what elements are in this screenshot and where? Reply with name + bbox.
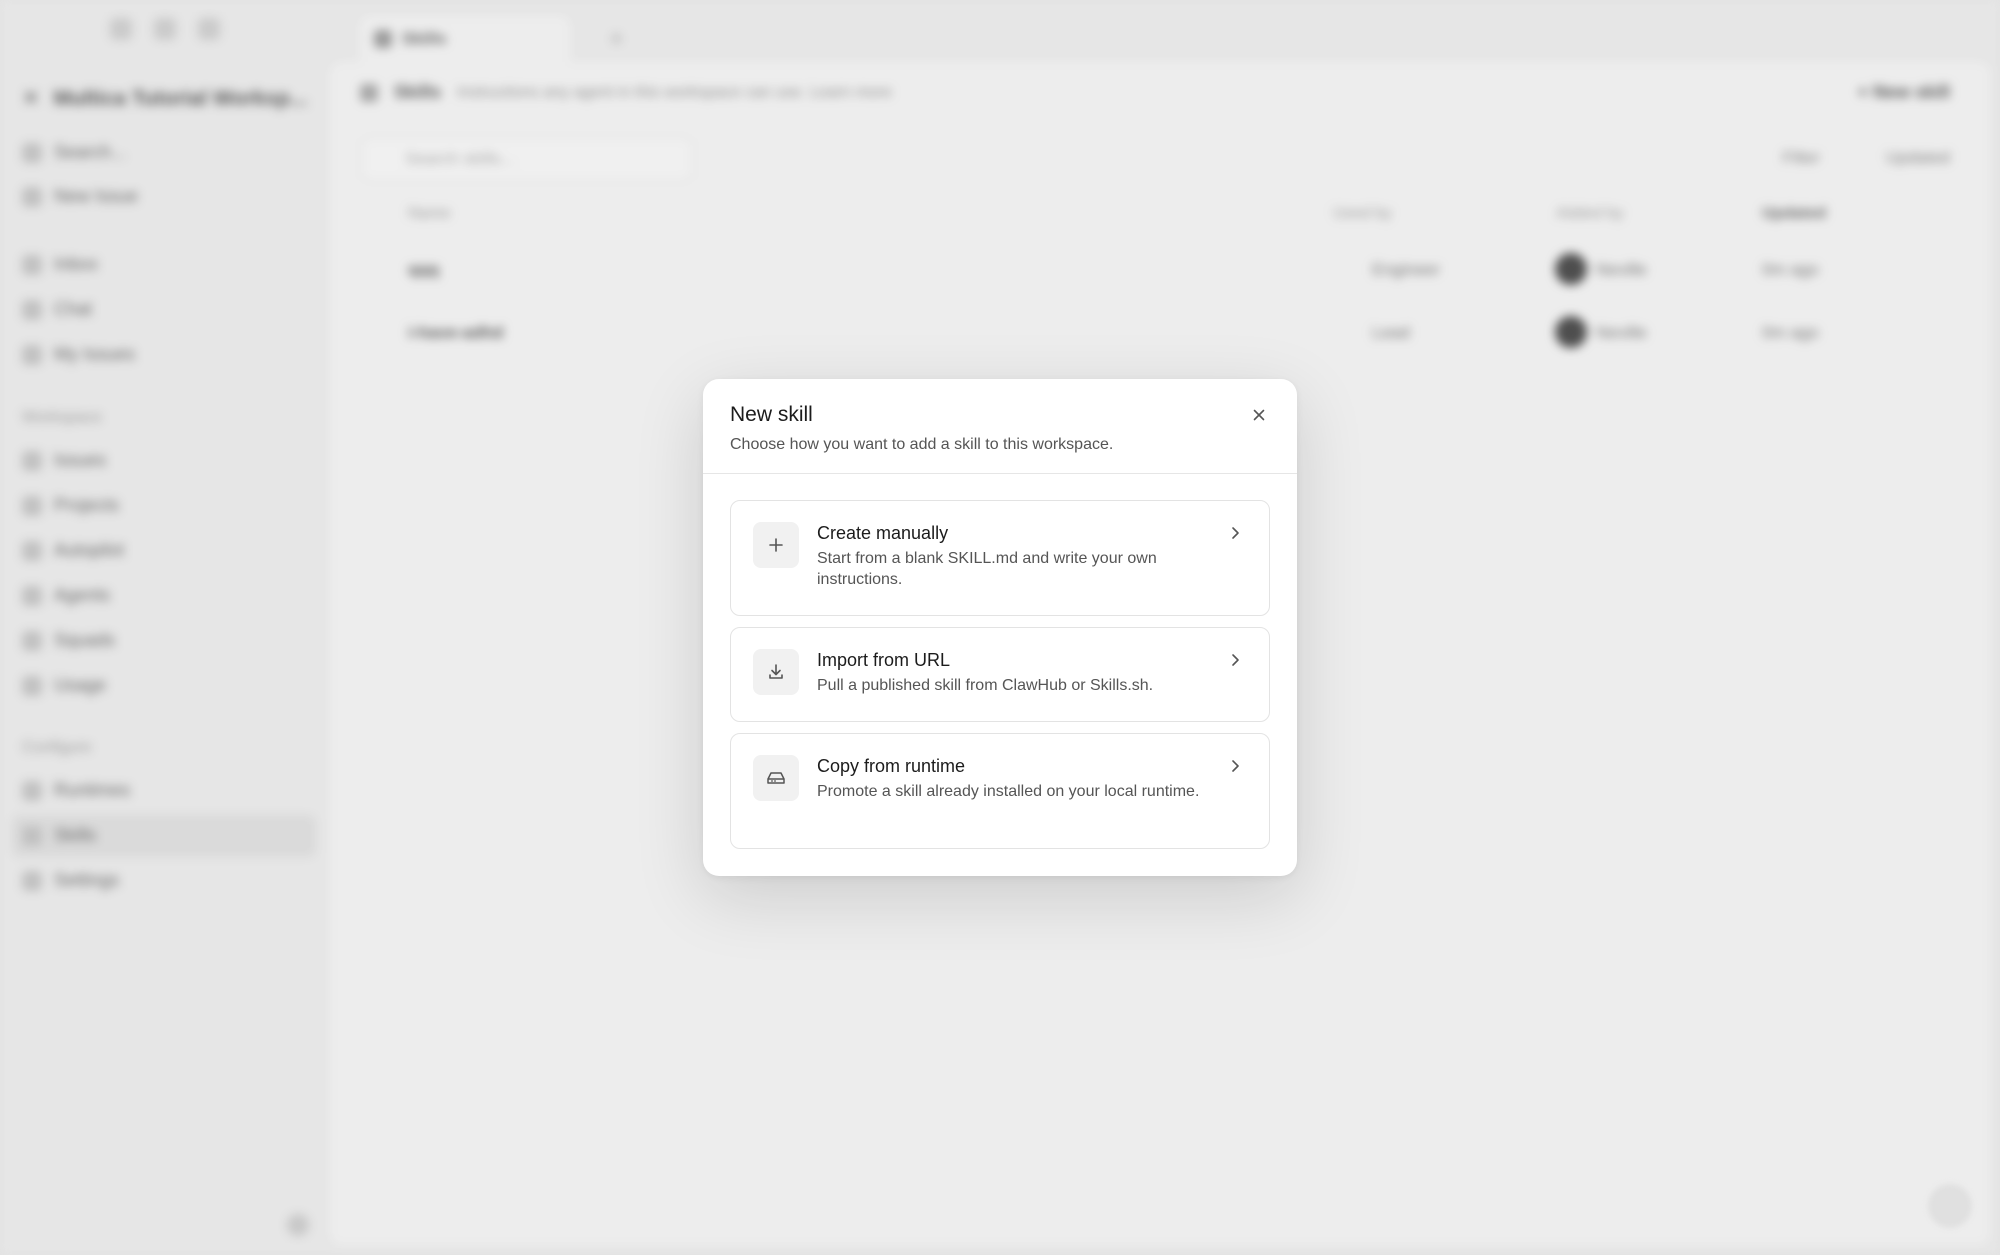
drive-icon (767, 772, 785, 784)
new-skill-dialog: New skill Choose how you want to add a s… (703, 379, 1297, 876)
close-button[interactable] (1249, 405, 1269, 425)
dialog-title: New skill (730, 403, 813, 426)
download-icon (769, 664, 783, 679)
create-manually-option[interactable]: Create manually Start from a blank SKILL… (730, 500, 1270, 616)
option-description: Start from a blank SKILL.md and write yo… (817, 550, 1157, 588)
option-title: Create manually (817, 523, 949, 543)
option-description: Pull a published skill from ClawHub or S… (817, 677, 1154, 694)
skill-options: Create manually Start from a blank SKILL… (703, 474, 1297, 849)
option-title: Copy from runtime (817, 756, 966, 776)
option-title: Import from URL (817, 650, 951, 670)
dialog-header: New skill Choose how you want to add a s… (703, 379, 1297, 474)
option-icon-box (753, 649, 799, 695)
option-description: Promote a skill already installed on you… (817, 783, 1200, 800)
option-icon-box (753, 755, 799, 801)
chevron-right-icon (1232, 654, 1239, 666)
import-from-url-option[interactable]: Import from URL Pull a published skill f… (730, 627, 1270, 722)
plus-icon (769, 538, 783, 552)
close-icon (1253, 409, 1265, 421)
chevron-right-icon (1232, 527, 1239, 539)
chevron-right-icon (1232, 760, 1239, 772)
option-icon-box (753, 522, 799, 568)
copy-from-runtime-option[interactable]: Copy from runtime Promote a skill alread… (730, 733, 1270, 849)
dialog-subtitle: Choose how you want to add a skill to th… (730, 436, 1114, 453)
